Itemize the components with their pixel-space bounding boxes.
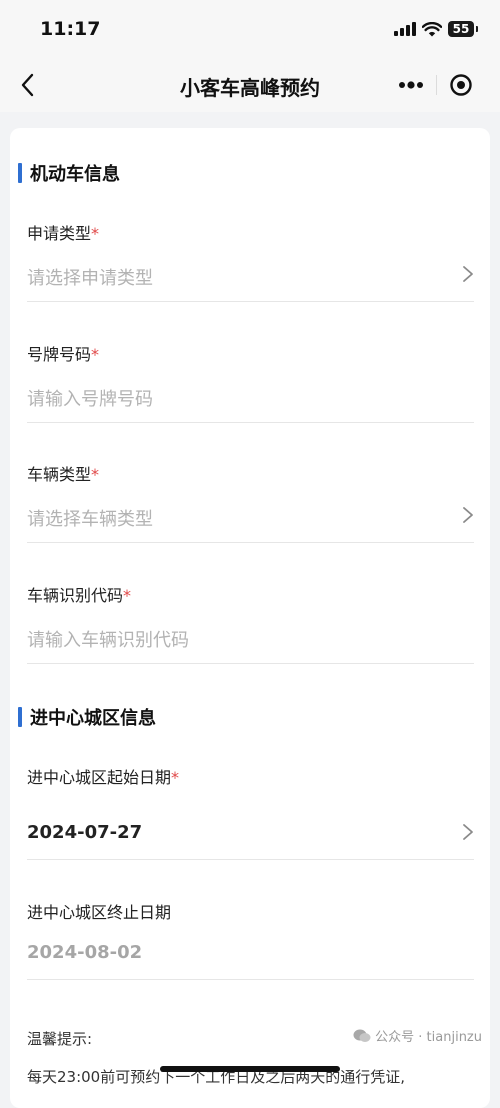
apply-type-label: 申请类型* <box>27 224 100 243</box>
plate-number-label: 号牌号码* <box>27 345 100 364</box>
wifi-icon <box>422 21 442 36</box>
start-date-value: 2024-07-27 <box>27 822 143 843</box>
vehicle-type-placeholder: 请选择车辆类型 <box>27 509 153 530</box>
vehicle-type-label: 车辆类型* <box>27 465 100 484</box>
required-mark: * <box>91 465 100 484</box>
form-card: 机动车信息 申请类型* 请选择申请类型 号牌号码* 请输入号牌号码 车辆类型* … <box>10 128 490 1108</box>
vin-label: 车辆识别代码* <box>27 586 132 605</box>
more-button[interactable] <box>386 67 436 103</box>
apply-type-placeholder: 请选择申请类型 <box>27 268 153 289</box>
wechat-icon <box>353 1029 371 1042</box>
chevron-right-icon <box>463 507 473 523</box>
section-vehicle-info: 机动车信息 <box>18 160 120 186</box>
section-city-entry-info: 进中心城区信息 <box>18 704 156 730</box>
chevron-right-icon <box>463 266 473 282</box>
plate-number-placeholder: 请输入号牌号码 <box>27 389 153 410</box>
vin-placeholder: 请输入车辆识别代码 <box>27 630 189 651</box>
target-circle-icon <box>450 74 472 96</box>
battery-icon: 55 <box>448 21 478 37</box>
vehicle-type-select[interactable]: 请选择车辆类型 <box>27 487 474 543</box>
required-mark: * <box>91 224 100 243</box>
vin-input[interactable]: 请输入车辆识别代码 <box>27 608 474 664</box>
apply-type-select[interactable]: 请选择申请类型 <box>27 246 474 302</box>
tip-label: 温馨提示: <box>27 1030 93 1048</box>
watermark-text: 公众号 · tianjinzu <box>375 1030 482 1045</box>
more-dots-icon <box>398 81 423 89</box>
section-title: 进中心城区信息 <box>30 708 156 729</box>
end-date-label: 进中心城区终止日期 <box>27 903 172 922</box>
section-accent-bar <box>18 707 22 727</box>
close-mini-program-button[interactable] <box>437 67 487 103</box>
status-bar: 11:17 55 <box>0 0 500 58</box>
end-date-display: 2024-08-02 <box>27 924 474 980</box>
mini-program-capsule <box>386 67 486 103</box>
cellular-signal-icon <box>394 22 416 36</box>
status-time: 11:17 <box>40 18 101 40</box>
chevron-right-icon <box>463 824 473 840</box>
start-date-label: 进中心城区起始日期* <box>27 768 180 787</box>
home-indicator <box>160 1066 340 1072</box>
status-icons: 55 <box>394 20 478 38</box>
required-mark: * <box>91 345 100 364</box>
plate-number-input[interactable]: 请输入号牌号码 <box>27 367 474 423</box>
nav-bar: 小客车高峰预约 <box>0 58 500 112</box>
required-mark: * <box>123 586 132 605</box>
end-date-value: 2024-08-02 <box>27 942 143 963</box>
required-mark: * <box>171 768 180 787</box>
section-accent-bar <box>18 163 22 183</box>
watermark: 公众号 · tianjinzu <box>349 1024 486 1047</box>
section-title: 机动车信息 <box>30 164 120 185</box>
battery-level: 55 <box>448 21 474 37</box>
start-date-picker[interactable]: 2024-07-27 <box>27 804 474 860</box>
